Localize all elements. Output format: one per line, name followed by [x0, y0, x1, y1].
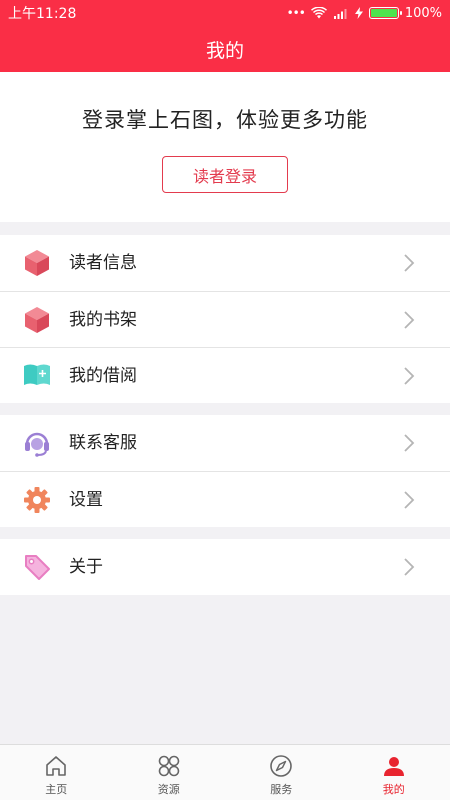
- more-dots-icon: •••: [286, 6, 306, 20]
- headset-icon: [23, 429, 51, 457]
- menu-item-contact-support[interactable]: 联系客服: [0, 415, 450, 471]
- menu-item-label: 设置: [69, 490, 103, 510]
- tab-label: 我的: [382, 783, 405, 796]
- menu-item-label: 我的借阅: [69, 366, 137, 386]
- login-prompt: 登录掌上石图，体验更多功能: [82, 108, 368, 132]
- menu-group-account: 读者信息 我的书架 我的借阅: [0, 235, 450, 403]
- login-card: 登录掌上石图，体验更多功能 读者登录: [0, 72, 450, 222]
- menu-item-my-borrowing[interactable]: 我的借阅: [0, 347, 450, 403]
- status-indicators: ••• 100%: [287, 6, 442, 21]
- chevron-right-icon: [404, 254, 415, 272]
- chevron-right-icon: [404, 491, 415, 509]
- person-icon: [383, 757, 404, 776]
- tab-label: 主页: [45, 783, 68, 796]
- grid-icon: [158, 755, 180, 777]
- chevron-right-icon: [404, 367, 415, 385]
- chevron-right-icon: [404, 434, 415, 452]
- cube-icon: [23, 249, 51, 277]
- home-icon: [46, 756, 67, 776]
- tab-resources[interactable]: 资源: [113, 745, 226, 800]
- menu-item-about[interactable]: 关于: [0, 539, 450, 595]
- chevron-right-icon: [404, 558, 415, 576]
- book-add-icon: [23, 362, 51, 390]
- compass-icon: [270, 755, 293, 777]
- reader-login-button[interactable]: 读者登录: [162, 156, 288, 193]
- cube-icon: [23, 306, 51, 334]
- gear-icon: [23, 486, 51, 514]
- page-title: 我的: [205, 39, 244, 62]
- chevron-right-icon: [404, 311, 415, 329]
- status-bar: 上午11:28 ••• 100%: [0, 0, 450, 26]
- cellular-signal-icon: [333, 9, 347, 19]
- menu-item-label: 关于: [69, 557, 103, 577]
- tab-label: 服务: [270, 783, 293, 796]
- menu-item-label: 读者信息: [69, 253, 137, 273]
- page-header: 我的: [0, 26, 450, 72]
- tab-mine[interactable]: 我的: [338, 745, 450, 800]
- menu-group-support: 联系客服 设置: [0, 415, 450, 527]
- charging-icon: [354, 7, 363, 19]
- menu-item-label: 联系客服: [69, 433, 137, 453]
- menu-item-reader-info[interactable]: 读者信息: [0, 235, 450, 291]
- menu-item-settings[interactable]: 设置: [0, 471, 450, 527]
- tag-icon: [23, 553, 51, 581]
- bottom-tab-bar: 主页 资源 服务 我的: [0, 744, 450, 800]
- wifi-icon: [310, 7, 327, 19]
- menu-item-label: 我的书架: [69, 310, 137, 330]
- status-time: 上午11:28: [8, 6, 77, 22]
- menu-group-about: 关于: [0, 539, 450, 595]
- tab-home[interactable]: 主页: [0, 745, 113, 800]
- tab-label: 资源: [157, 783, 180, 796]
- menu-item-my-bookshelf[interactable]: 我的书架: [0, 291, 450, 347]
- battery-percent: 100%: [404, 5, 442, 21]
- battery-icon: [368, 7, 402, 19]
- tab-services[interactable]: 服务: [225, 745, 338, 800]
